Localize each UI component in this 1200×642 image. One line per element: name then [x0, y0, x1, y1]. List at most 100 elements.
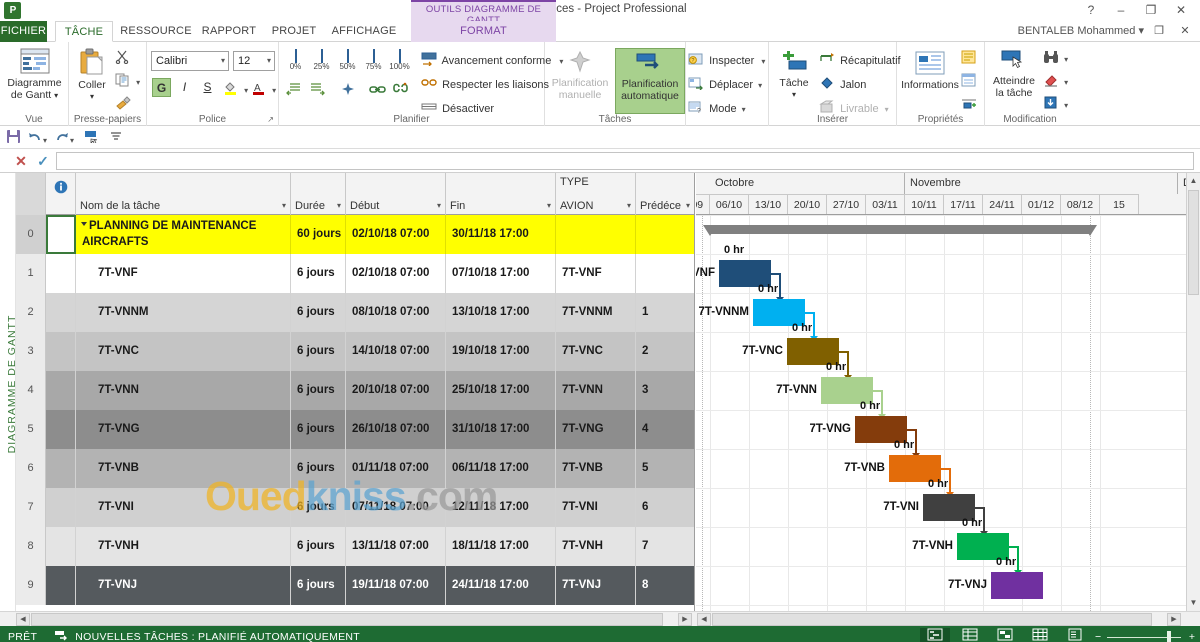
table-row[interactable]: 9 7T-VNJ 6 jours 19/11/18 07:00 24/11/18 17:…: [16, 566, 694, 605]
cell-finish[interactable]: 13/10/18 17:00: [446, 293, 556, 332]
cell-finish[interactable]: 31/10/18 17:00: [446, 410, 556, 449]
column-header-type[interactable]: TYPE AVION ▾: [556, 173, 636, 215]
task-notes-button[interactable]: [961, 50, 979, 66]
progress-75-button[interactable]: 75%: [362, 49, 385, 71]
cell-name[interactable]: 7T-VNG: [76, 410, 291, 449]
row-indicator-cell[interactable]: [46, 371, 76, 410]
cell-name[interactable]: 7T-VNB: [76, 449, 291, 488]
table-row[interactable]: 0 PLANNING DE MAINTENANCE AIRCRAFTS 60 jou…: [16, 215, 694, 254]
grid-scroll-left-button[interactable]: ◀: [16, 613, 30, 626]
tab-ressource[interactable]: RESSOURCE: [119, 21, 193, 42]
cell-duration[interactable]: 6 jours: [291, 293, 346, 332]
vertical-scroll-thumb[interactable]: [1188, 190, 1199, 295]
planification-manuelle-button[interactable]: Planification manuelle: [547, 50, 613, 101]
row-indicator-cell[interactable]: [46, 254, 76, 293]
cell-pred[interactable]: 4: [636, 410, 694, 449]
cell-finish[interactable]: 07/10/18 17:00: [446, 254, 556, 293]
save-button[interactable]: [3, 129, 23, 146]
cell-type[interactable]: 7T-VNC: [556, 332, 636, 371]
gantt-scroll-thumb[interactable]: [712, 613, 1152, 626]
table-row[interactable]: 5 7T-VNG 6 jours 26/10/18 07:00 31/10/18 17:…: [16, 410, 694, 449]
respecter-les-liaisons-button[interactable]: Respecter les liaisons: [421, 76, 549, 91]
unlink-tasks-button[interactable]: [392, 82, 410, 97]
row-number[interactable]: 6: [16, 449, 46, 488]
gantt-scroll-left-button[interactable]: ◀: [697, 613, 711, 626]
cell-finish[interactable]: 12/11/18 17:00: [446, 488, 556, 527]
zoom-out-button[interactable]: −: [1095, 626, 1101, 642]
row-number[interactable]: 1: [16, 254, 46, 293]
customize-qat-button[interactable]: [106, 129, 126, 146]
font-name-input[interactable]: Calibri ▾: [151, 51, 229, 71]
respect-links-small-button[interactable]: [340, 82, 358, 97]
view-button-task-usage[interactable]: [955, 628, 985, 642]
redo-button[interactable]: ▾: [54, 129, 74, 146]
cell-name[interactable]: 7T-VNH: [76, 527, 291, 566]
close-button[interactable]: ✕: [1166, 1, 1196, 20]
cell-type[interactable]: 7T-VNB: [556, 449, 636, 488]
add-to-timeline-button[interactable]: [961, 96, 979, 112]
row-number[interactable]: 9: [16, 566, 46, 605]
scroll-down-button[interactable]: ▼: [1187, 595, 1200, 611]
view-button-team-planner[interactable]: [990, 628, 1020, 642]
find-button[interactable]: ▾: [1043, 50, 1068, 65]
undo-button[interactable]: ▾: [27, 129, 47, 146]
italic-button[interactable]: I: [175, 78, 194, 97]
row-number[interactable]: 3: [16, 332, 46, 371]
summary-bar[interactable]: [710, 225, 1090, 234]
tab-tache[interactable]: TÂCHE: [55, 21, 113, 42]
zoom-slider[interactable]: − +: [1095, 626, 1195, 642]
link-tasks-button[interactable]: [369, 82, 387, 97]
cell-finish[interactable]: 18/11/18 17:00: [446, 527, 556, 566]
grid-scroll-thumb[interactable]: [31, 613, 663, 626]
row-indicator-cell[interactable]: [46, 449, 76, 488]
recapitulatif-button[interactable]: Récapitulatif: [819, 52, 901, 67]
row-number[interactable]: 4: [16, 371, 46, 410]
cell-start[interactable]: 14/10/18 07:00: [346, 332, 446, 371]
column-header-start[interactable]: Début ▾: [346, 173, 446, 215]
tab-projet[interactable]: PROJET: [265, 21, 323, 42]
cell-type[interactable]: 7T-VNI: [556, 488, 636, 527]
scroll-to-task-button[interactable]: Atteindre la tâche: [985, 48, 1043, 99]
table-row[interactable]: 3 7T-VNC 6 jours 14/10/18 07:00 19/10/18 17:…: [16, 332, 694, 371]
zoom-in-button[interactable]: +: [1189, 626, 1195, 642]
row-number[interactable]: 7: [16, 488, 46, 527]
cell-start[interactable]: 02/10/18 07:00: [346, 254, 446, 293]
minimize-button[interactable]: –: [1106, 1, 1136, 20]
cell-finish[interactable]: 24/11/18 17:00: [446, 566, 556, 605]
cell-type[interactable]: 7T-VNN: [556, 371, 636, 410]
cell-pred[interactable]: 1: [636, 293, 694, 332]
row-indicator-cell[interactable]: [46, 566, 76, 605]
row-indicator-cell[interactable]: [46, 293, 76, 332]
bold-button[interactable]: G: [152, 78, 171, 97]
view-button-reports[interactable]: [1060, 628, 1090, 642]
column-filter-type-icon[interactable]: ▾: [627, 201, 631, 210]
paste-button[interactable]: Coller ▾: [73, 48, 111, 103]
cell-start[interactable]: 19/11/18 07:00: [346, 566, 446, 605]
mode-button[interactable]: ? Mode ▾: [688, 100, 746, 115]
font-color-button[interactable]: A ▾: [251, 80, 276, 96]
gantt-chart-view-button[interactable]: Diagramme de Gantt ▾: [3, 48, 66, 102]
cell-name[interactable]: 7T-VNJ: [76, 566, 291, 605]
cell-pred[interactable]: 7: [636, 527, 694, 566]
user-account[interactable]: BENTALEB Mohammed ▾: [1018, 21, 1144, 42]
clear-button[interactable]: ▾: [1043, 73, 1068, 88]
cell-type[interactable]: 7T-VNG: [556, 410, 636, 449]
cell-name[interactable]: 7T-VNN: [76, 371, 291, 410]
column-filter-finish-icon[interactable]: ▾: [547, 201, 551, 210]
row-indicator-cell[interactable]: [46, 215, 76, 254]
livrable-button[interactable]: Livrable ▾: [819, 100, 889, 115]
accept-entry-button[interactable]: ✓: [32, 152, 54, 170]
column-header-pred[interactable]: Prédéce ▾: [636, 173, 694, 215]
format-painter-button[interactable]: [115, 96, 133, 111]
inspecter-button[interactable]: ? Inspecter ▾: [688, 52, 765, 67]
task-information-button[interactable]: Informations: [899, 50, 961, 91]
indent-task-button[interactable]: [310, 82, 328, 97]
help-button[interactable]: ?: [1076, 1, 1106, 20]
cell-duration[interactable]: 6 jours: [291, 410, 346, 449]
cell-pred[interactable]: [636, 215, 694, 254]
outdent-task-button[interactable]: [285, 82, 303, 97]
cell-duration[interactable]: 6 jours: [291, 527, 346, 566]
cut-button[interactable]: [115, 50, 133, 65]
status-new-tasks[interactable]: NOUVELLES TÂCHES : PLANIFIÉ AUTOMATIQUEM…: [55, 626, 360, 642]
gantt-body[interactable]: 7T-VNF 0 hr 7T-VNNM 0 hr 7T-VNC 0 hr 7T-VNN 0 h…: [696, 215, 1186, 611]
